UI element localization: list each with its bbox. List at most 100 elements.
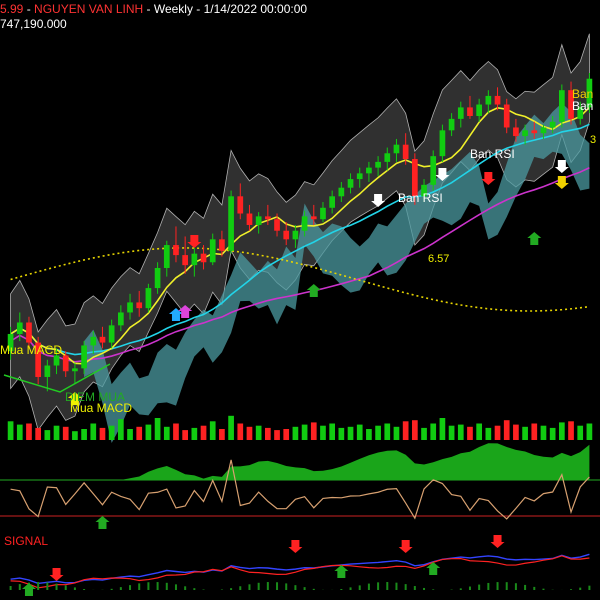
candle-body	[264, 216, 271, 220]
volume-bar	[173, 423, 179, 440]
macd-hist-bar	[312, 588, 315, 590]
candle-body	[513, 127, 519, 137]
candle-body	[228, 196, 234, 251]
macd-hist-bar	[524, 584, 527, 590]
candle-body	[356, 173, 363, 180]
volume-bar	[62, 426, 69, 440]
macd-hist-bar	[165, 582, 168, 590]
sell-arrow	[288, 540, 303, 553]
candle-body	[26, 322, 32, 343]
candle-body	[145, 288, 152, 309]
candle-body	[402, 144, 409, 160]
sell-arrow	[481, 172, 496, 185]
volume-bar	[522, 426, 528, 440]
candle-body	[219, 239, 225, 251]
volume-bar	[90, 423, 97, 440]
macd-hist-bar	[18, 584, 21, 590]
buy-point-label: DIEM MUA	[65, 390, 125, 404]
volume-bar	[292, 426, 299, 440]
stock-chart[interactable]: Ban RSIBan RSIBanBan6.573Mua MACDMua MAC…	[0, 0, 600, 600]
volume-bar	[558, 422, 565, 440]
macd-hist-bar	[588, 585, 591, 590]
candle-body	[522, 130, 528, 137]
volume-bar	[16, 424, 23, 440]
sell-arrow	[49, 568, 64, 581]
candle-body	[62, 355, 69, 372]
candle-body	[182, 255, 189, 266]
candle-body	[292, 230, 299, 240]
macd-hist-bar	[579, 587, 582, 590]
volume-bar	[467, 426, 473, 440]
volume-bar	[476, 423, 483, 440]
volume-bar	[182, 430, 189, 440]
volume-bar	[402, 421, 409, 440]
volume-bar	[430, 423, 437, 440]
candle-body	[246, 213, 253, 225]
volume-bar	[375, 425, 381, 440]
macd-hist-bar	[46, 582, 49, 590]
volume-bar	[421, 427, 427, 440]
macd-hist-bar	[156, 582, 159, 590]
volume-bar	[274, 430, 280, 440]
candle-body	[108, 325, 115, 343]
volume-bar	[154, 418, 161, 440]
volume-bar	[338, 427, 345, 440]
macd-hist-bar	[110, 588, 113, 590]
macd-hist-bar	[285, 583, 288, 590]
candle-body	[154, 268, 161, 289]
candle-body	[503, 104, 510, 128]
macd-hist-bar	[358, 585, 361, 590]
volume-bar	[310, 422, 317, 440]
volume-bar	[577, 425, 584, 440]
macd-hist-bar	[413, 586, 416, 590]
candle-body	[283, 230, 290, 240]
candle-body	[310, 216, 317, 220]
volume-bar	[136, 426, 143, 440]
candle-body	[72, 368, 78, 372]
volume-bar	[145, 424, 152, 440]
volume-bar	[35, 427, 42, 440]
macd-hist-bar	[9, 586, 12, 590]
macd-hist-bar	[147, 582, 150, 590]
macd-hist-bar	[514, 583, 517, 590]
volume-bar	[347, 426, 354, 440]
macd-hist-bar	[386, 582, 389, 590]
signal-label: SIGNAL	[4, 534, 48, 548]
candle-body	[448, 118, 455, 131]
candle-body	[274, 219, 280, 231]
candle-body	[457, 107, 464, 119]
macd-hist-bar	[37, 582, 40, 590]
macd-hist-bar	[487, 582, 490, 590]
signal-line	[10, 555, 590, 589]
candle-body	[255, 216, 262, 225]
macd-hist-bar	[266, 582, 269, 590]
candle-body	[191, 253, 198, 266]
macd-hist-bar	[468, 586, 471, 590]
candle-body	[540, 127, 547, 134]
macd-hist-bar	[193, 588, 196, 590]
volume-bar	[531, 423, 538, 440]
macd-hist-bar	[303, 587, 306, 590]
macd-hist-bar	[404, 584, 407, 590]
volume-bar	[26, 423, 32, 440]
volume-bar	[329, 423, 336, 440]
candle-body	[90, 336, 97, 346]
candle-body	[467, 107, 473, 116]
volume-bar	[191, 427, 198, 440]
volume-bar	[586, 423, 593, 440]
level-label: 3	[590, 134, 596, 146]
volume-bar	[264, 427, 271, 440]
macd-hist-bar	[83, 589, 86, 590]
volume-bar	[320, 425, 326, 440]
candle-body	[136, 302, 143, 309]
macd-hist-bar	[64, 585, 67, 590]
sell-arrow	[490, 535, 505, 548]
candle-body	[237, 196, 244, 214]
macd-hist-bar	[73, 587, 76, 590]
macd-hist-bar	[230, 588, 233, 590]
volume-bar	[81, 429, 87, 440]
volume-bar	[283, 429, 290, 440]
level-label: 6.57	[428, 253, 449, 265]
candle-body	[338, 187, 345, 197]
candle-body	[375, 161, 381, 168]
